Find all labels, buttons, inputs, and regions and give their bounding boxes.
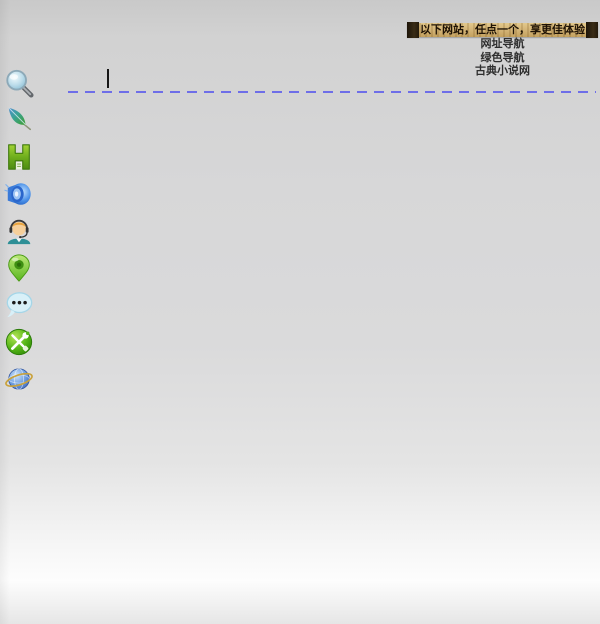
- feather-pen-icon: [4, 105, 34, 135]
- globe-button[interactable]: [4, 364, 34, 394]
- text-cursor: [107, 69, 109, 88]
- icon-sidebar: [4, 68, 36, 394]
- speaker-button[interactable]: [4, 179, 34, 209]
- tools-icon: [4, 327, 34, 357]
- chat-ellipsis-icon: [4, 290, 34, 320]
- input-underline[interactable]: [68, 91, 596, 93]
- tools-button[interactable]: [4, 327, 34, 357]
- nav-links: 网址导航 绿色导航 古典小说网: [410, 38, 595, 79]
- support-agent-icon: [4, 216, 34, 246]
- link-site-nav[interactable]: 网址导航: [410, 38, 595, 52]
- save-icon: [4, 142, 34, 172]
- search-icon: [4, 68, 34, 98]
- link-green-nav[interactable]: 绿色导航: [410, 52, 595, 66]
- search-button[interactable]: [4, 68, 34, 98]
- speaker-icon: [4, 179, 34, 209]
- promo-banner: 以下网站，任点一个，享更佳体验: [407, 23, 598, 37]
- feather-pen-button[interactable]: [4, 105, 34, 135]
- chat-button[interactable]: [4, 290, 34, 320]
- save-button[interactable]: [4, 142, 34, 172]
- location-pin-button[interactable]: [4, 253, 34, 283]
- link-classic-novel[interactable]: 古典小说网: [410, 65, 595, 79]
- globe-icon: [4, 364, 34, 394]
- location-pin-icon: [4, 253, 34, 283]
- desktop-widget: 以下网站，任点一个，享更佳体验 网址导航 绿色导航 古典小说网: [0, 0, 600, 624]
- support-agent-button[interactable]: [4, 216, 34, 246]
- banner-text: 以下网站，任点一个，享更佳体验: [407, 23, 598, 37]
